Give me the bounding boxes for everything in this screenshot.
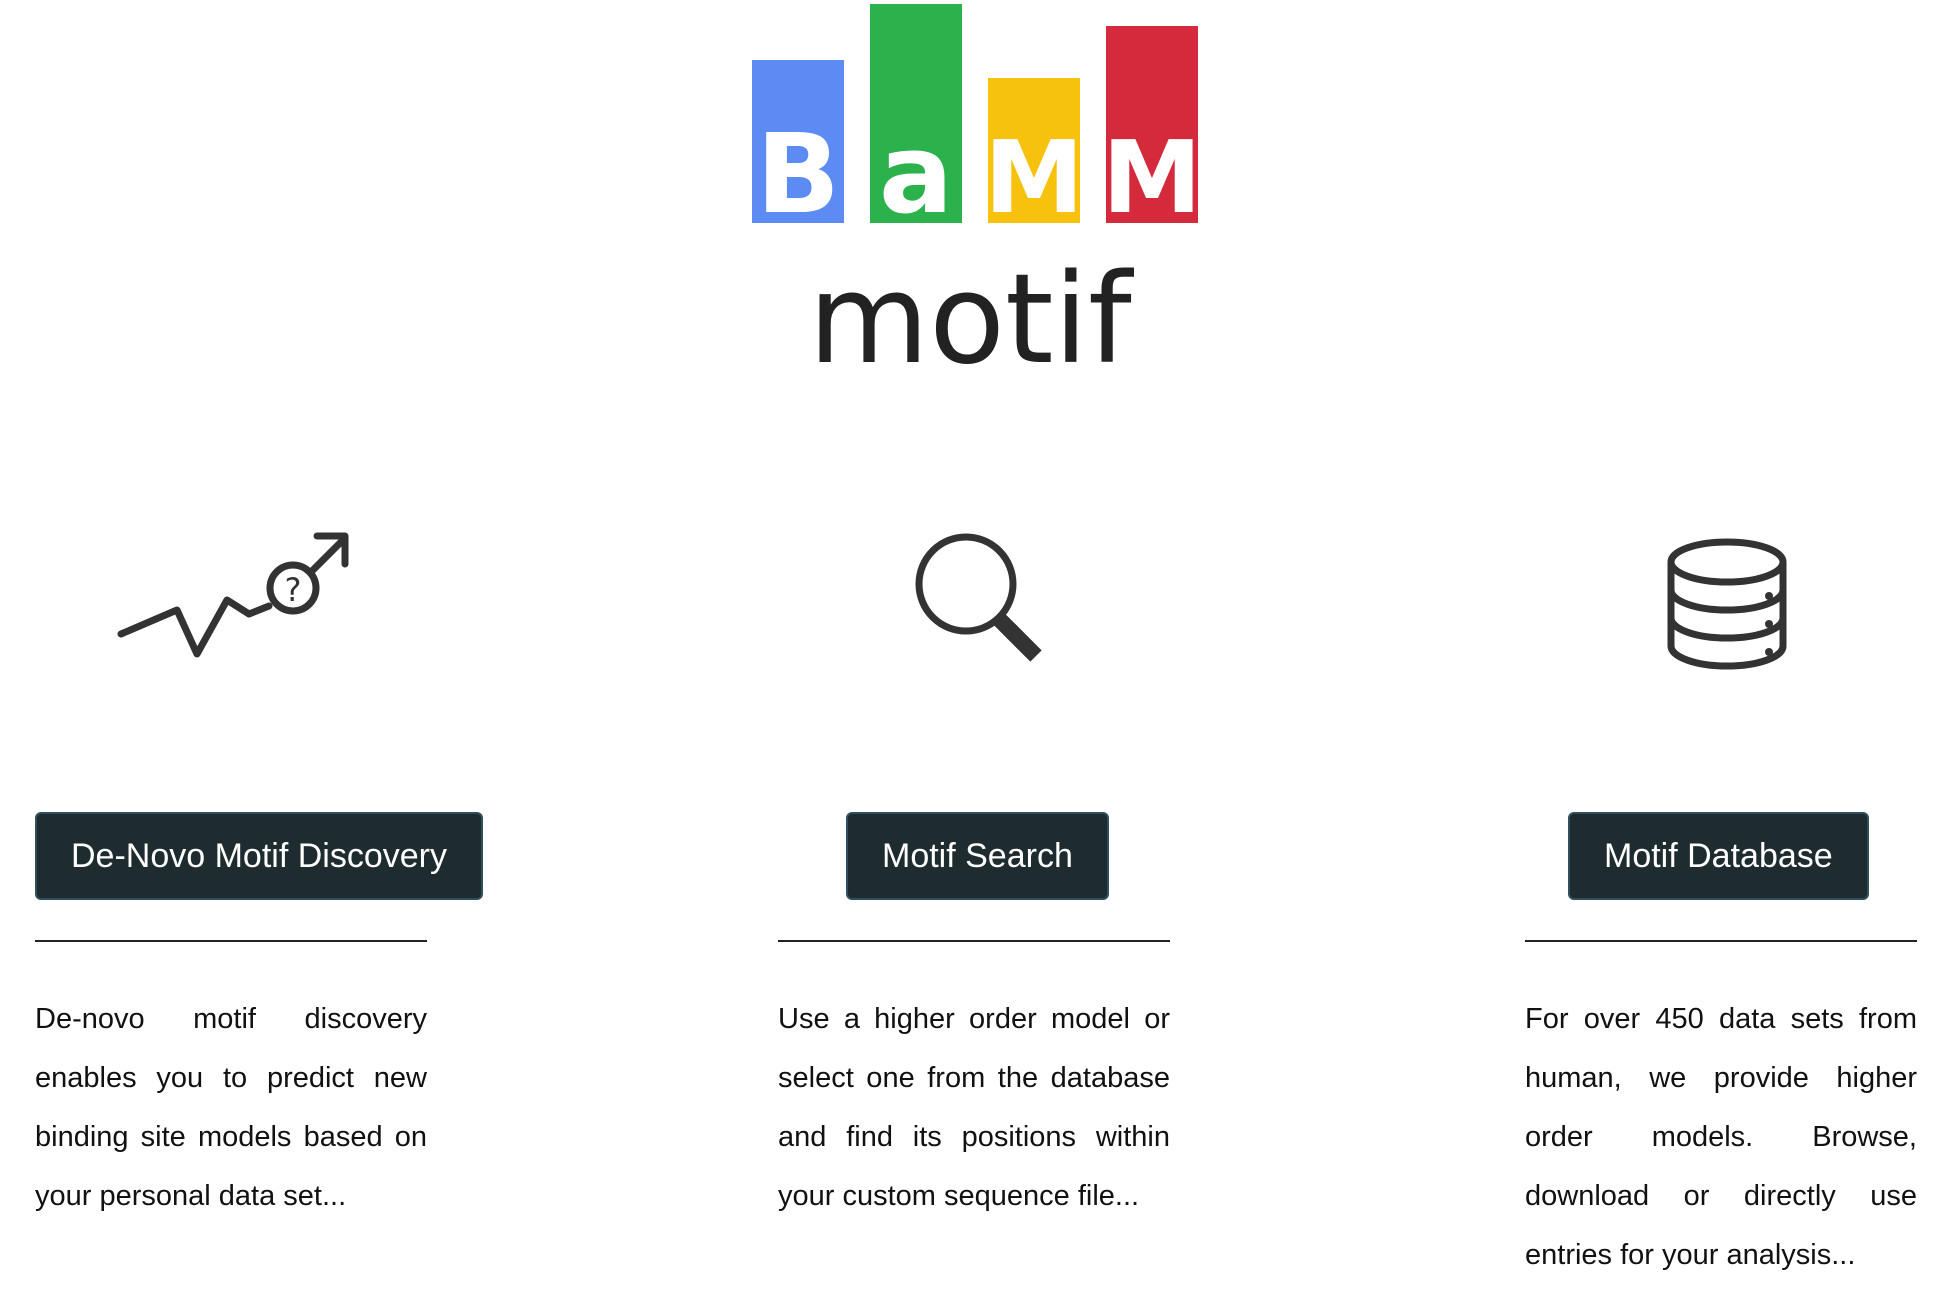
denovo-description: De-novo motif discovery enables you to p… <box>35 1003 427 1212</box>
trend-question-arrow-icon: ? <box>115 522 355 677</box>
logo-letter-b: B <box>756 110 840 238</box>
logo-letter-a: a <box>879 110 953 238</box>
motif-search-description: Use a higher order model or select one f… <box>778 1003 1170 1212</box>
divider <box>1525 940 1917 942</box>
motif-database-description: For over 450 data sets from human, we pr… <box>1525 1003 1917 1271</box>
magnifier-icon <box>908 528 1048 678</box>
bamm-motif-logo: B a M M motif <box>752 4 1202 380</box>
motif-search-button[interactable]: Motif Search <box>846 812 1109 900</box>
motif-database-button[interactable]: Motif Database <box>1568 812 1869 900</box>
database-icon <box>1665 534 1790 679</box>
logo-letter-m1: M <box>984 119 1084 236</box>
divider <box>778 940 1170 942</box>
logo-wordmark: motif <box>808 248 1135 380</box>
divider <box>35 940 427 942</box>
logo-letter-m2: M <box>1102 119 1202 236</box>
svg-text:?: ? <box>285 571 302 609</box>
denovo-motif-discovery-button[interactable]: De-Novo Motif Discovery <box>35 812 483 900</box>
